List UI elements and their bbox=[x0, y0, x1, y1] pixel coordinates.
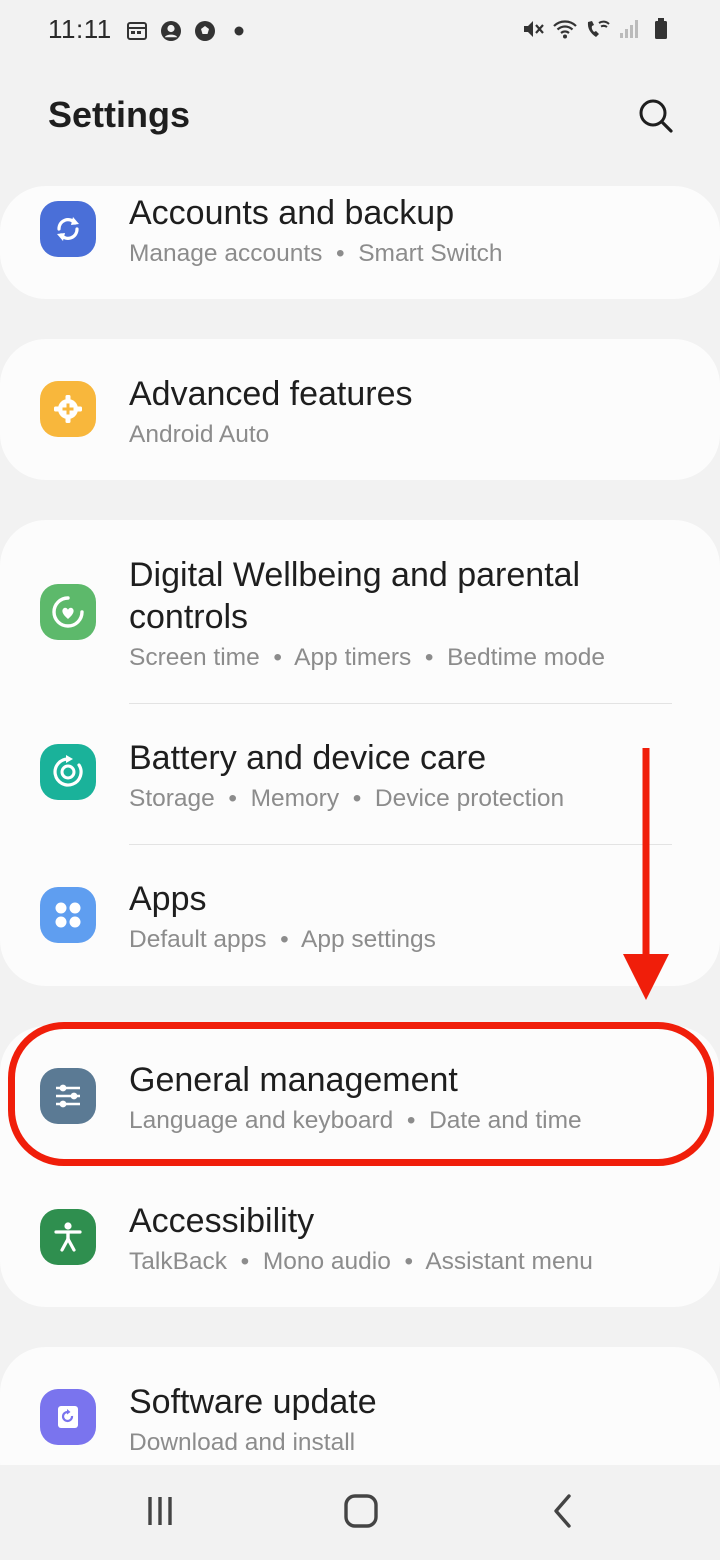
device-care-icon bbox=[40, 744, 96, 800]
home-button[interactable] bbox=[331, 1483, 391, 1539]
card-device: Digital Wellbeing and parental controls … bbox=[0, 520, 720, 986]
item-title: Battery and device care bbox=[129, 739, 487, 777]
item-subtitle: Manage accounts • Smart Switch bbox=[129, 240, 503, 267]
settings-screen: 11:11 Settings Accounts and backup Manag… bbox=[0, 0, 720, 1560]
apps-grid-icon bbox=[40, 887, 96, 943]
list-item-digital-wellbeing[interactable]: Digital Wellbeing and parental controls … bbox=[0, 520, 720, 703]
item-title: Software update bbox=[129, 1383, 377, 1421]
list-item-battery-device-care[interactable]: Battery and device care Storage • Memory… bbox=[0, 704, 720, 844]
item-title: Digital Wellbeing and parental controls bbox=[129, 556, 581, 636]
item-title: Apps bbox=[129, 880, 207, 918]
list-item-accessibility[interactable]: Accessibility TalkBack • Mono audio • As… bbox=[0, 1167, 720, 1307]
back-button[interactable] bbox=[533, 1483, 593, 1539]
gear-plus-icon bbox=[40, 381, 96, 437]
card-advanced: Advanced features Android Auto bbox=[0, 339, 720, 480]
list-item-software-update[interactable]: Software update Download and install bbox=[0, 1347, 720, 1465]
sync-icon bbox=[40, 201, 96, 257]
item-subtitle: Android Auto bbox=[129, 421, 270, 448]
heart-ring-icon bbox=[40, 584, 96, 640]
list-item-accounts-and-backup[interactable]: Accounts and backup Manage accounts • Sm… bbox=[0, 186, 720, 299]
list-item-advanced-features[interactable]: Advanced features Android Auto bbox=[0, 339, 720, 480]
highlight-oval bbox=[8, 1022, 714, 1166]
card-accounts: Accounts and backup Manage accounts • Sm… bbox=[0, 186, 720, 299]
item-title: Advanced features bbox=[129, 375, 413, 413]
recent-apps-icon bbox=[148, 1497, 172, 1525]
update-icon bbox=[40, 1389, 96, 1445]
item-subtitle: Download and install bbox=[129, 1429, 356, 1456]
card-software-update: Software update Download and install bbox=[0, 1347, 720, 1465]
recent-apps-button[interactable] bbox=[130, 1483, 190, 1539]
settings-list: Accounts and backup Manage accounts • Sm… bbox=[0, 0, 720, 1465]
item-title: Accounts and backup bbox=[129, 194, 455, 232]
list-item-apps[interactable]: Apps Default apps • App settings bbox=[0, 845, 720, 986]
navigation-bar bbox=[0, 1465, 720, 1560]
item-subtitle: Storage • Memory • Device protection bbox=[129, 785, 565, 812]
item-subtitle: TalkBack • Mono audio • Assistant menu bbox=[129, 1248, 593, 1275]
item-subtitle: Default apps • App settings bbox=[129, 926, 436, 953]
down-arrow-icon bbox=[623, 748, 669, 1000]
item-title: Accessibility bbox=[129, 1202, 315, 1240]
accessibility-icon bbox=[40, 1209, 96, 1265]
back-icon bbox=[554, 1494, 571, 1528]
item-subtitle: Screen time • App timers • Bedtime mode bbox=[129, 644, 606, 671]
home-icon bbox=[344, 1494, 378, 1528]
